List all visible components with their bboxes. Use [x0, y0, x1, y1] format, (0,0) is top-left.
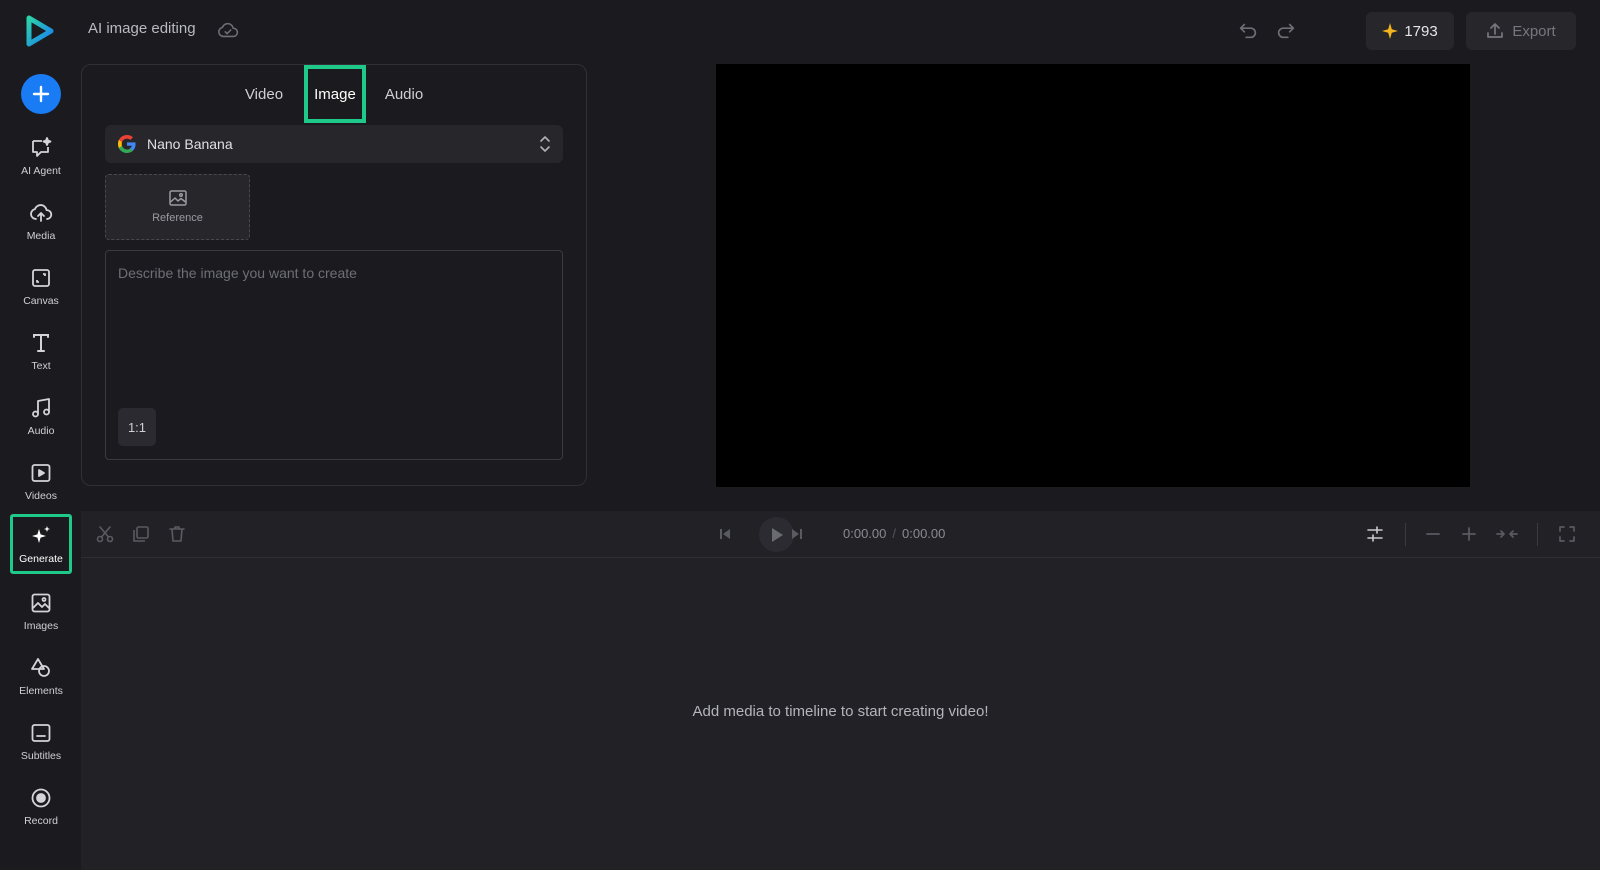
image-icon [31, 593, 51, 612]
timeline-toolbar: 0:00.00 / 0:00.00 [81, 511, 1600, 558]
plus-icon [32, 85, 50, 103]
trash-icon[interactable] [167, 524, 187, 544]
skip-forward-icon[interactable] [787, 524, 807, 544]
sidebar-item-label: Text [31, 359, 51, 372]
image-icon [168, 190, 187, 206]
export-button[interactable]: Export [1466, 12, 1576, 50]
ai-agent-icon [32, 136, 52, 157]
credits-count: 1793 [1404, 22, 1438, 40]
zoom-out-icon[interactable] [1423, 524, 1443, 544]
upload-cloud-icon [30, 203, 53, 222]
generate-panel: Video Image Audio Nano Banana Reference … [81, 64, 587, 486]
add-button[interactable] [21, 74, 61, 114]
current-time: 0:00.00 [843, 526, 887, 541]
sidebar-item-label: Record [24, 814, 58, 827]
timeline-empty-message: Add media to timeline to start creating … [692, 703, 989, 720]
sidebar-item-label: Elements [19, 684, 63, 697]
sidebar-item-label: Canvas [23, 294, 59, 307]
play-icon [771, 527, 783, 542]
sidebar-item-generate[interactable]: Generate [10, 514, 72, 574]
sidebar-item-ai-agent[interactable]: AI Agent [10, 126, 72, 186]
fullscreen-icon[interactable] [1557, 524, 1577, 544]
zoom-in-icon[interactable] [1459, 524, 1479, 544]
reference-upload[interactable]: Reference [105, 174, 250, 240]
tab-audio[interactable]: Audio [372, 65, 436, 123]
fit-timeline-icon[interactable] [1495, 524, 1519, 544]
adjust-sliders-icon[interactable] [1365, 524, 1385, 544]
timecode: 0:00.00 / 0:00.00 [843, 526, 945, 541]
sidebar-item-subtitles[interactable]: Subtitles [10, 711, 72, 771]
sidebar-item-label: Media [26, 229, 56, 242]
skip-back-icon[interactable] [715, 524, 735, 544]
video-icon [31, 463, 51, 482]
time-separator: / [892, 526, 896, 541]
cloud-saved-icon [218, 22, 239, 38]
text-icon [33, 333, 49, 352]
sidebar-item-label: Audio [27, 424, 55, 437]
sidebar: AI Agent Media Canvas Text Audio Videos … [0, 0, 80, 870]
aspect-ratio-button[interactable]: 1:1 [118, 408, 156, 446]
sidebar-item-label: Images [23, 619, 59, 632]
sidebar-item-text[interactable]: Text [10, 321, 72, 381]
google-logo-icon [118, 135, 136, 153]
sidebar-item-videos[interactable]: Videos [10, 451, 72, 511]
sidebar-item-elements[interactable]: Elements [10, 646, 72, 706]
sparkle-credit-icon [1382, 23, 1399, 39]
prompt-box: 1:1 [105, 250, 563, 460]
model-name: Nano Banana [147, 136, 233, 152]
model-select[interactable]: Nano Banana [105, 125, 563, 163]
music-icon [32, 397, 50, 417]
export-label: Export [1512, 22, 1556, 40]
video-preview-canvas[interactable] [716, 64, 1470, 487]
toolbar-divider [1405, 523, 1406, 546]
app-root: AI Agent Media Canvas Text Audio Videos … [0, 0, 1600, 870]
credits-button[interactable]: 1793 [1366, 12, 1454, 50]
tab-image[interactable]: Image [304, 65, 366, 123]
sparkle-icon [32, 525, 50, 543]
total-time: 0:00.00 [902, 526, 946, 541]
sidebar-item-canvas[interactable]: Canvas [10, 256, 72, 316]
prompt-input[interactable] [106, 251, 562, 401]
undo-icon[interactable] [1237, 20, 1259, 40]
sidebar-item-audio[interactable]: Audio [10, 386, 72, 446]
upload-icon [1487, 23, 1504, 38]
chevron-up-down-icon [540, 136, 550, 152]
canvas-icon [32, 268, 50, 287]
timeline: 0:00.00 / 0:00.00 Add media to timeline to… [81, 511, 1600, 870]
toolbar-divider [1537, 523, 1538, 546]
project-title[interactable]: AI image editing [88, 20, 196, 37]
app-logo-icon[interactable] [25, 14, 55, 48]
reference-label: Reference [152, 212, 203, 224]
sidebar-item-label: AI Agent [21, 164, 61, 177]
sidebar-item-media[interactable]: Media [10, 191, 72, 251]
subtitles-icon [31, 723, 51, 742]
record-icon [31, 788, 51, 807]
sidebar-item-label: Generate [19, 552, 63, 565]
tab-video[interactable]: Video [232, 65, 296, 123]
duplicate-icon[interactable] [131, 524, 151, 544]
scissors-icon[interactable] [95, 524, 115, 544]
sidebar-item-label: Subtitles [20, 749, 62, 762]
redo-icon[interactable] [1275, 20, 1297, 40]
sidebar-item-record[interactable]: Record [10, 776, 72, 836]
shapes-icon [31, 657, 50, 677]
sidebar-item-label: Videos [25, 489, 57, 502]
sidebar-item-images[interactable]: Images [10, 581, 72, 641]
